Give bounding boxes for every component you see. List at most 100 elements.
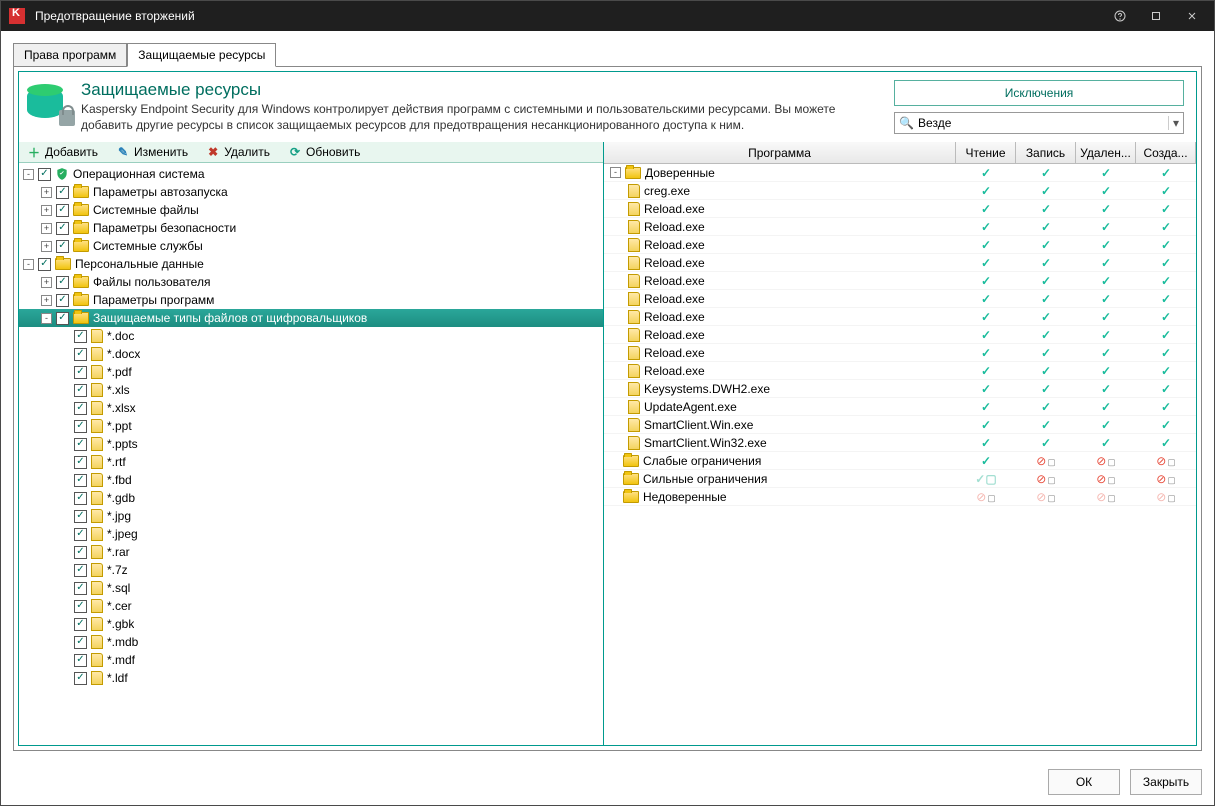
checkbox[interactable] — [56, 312, 69, 325]
grid-row[interactable]: Reload.exe✓✓✓✓ — [604, 272, 1196, 290]
expand-icon[interactable]: - — [610, 167, 621, 178]
tree-row[interactable]: *.ppt — [19, 417, 603, 435]
perm-cell[interactable]: ✓ — [1076, 382, 1136, 396]
tree-row[interactable]: *.jpeg — [19, 525, 603, 543]
perm-cell[interactable]: ✓ — [1016, 364, 1076, 378]
perm-cell[interactable]: ✓ — [1076, 346, 1136, 360]
perm-cell[interactable]: ✓ — [956, 346, 1016, 360]
tree-row[interactable]: *.ppts — [19, 435, 603, 453]
perm-cell[interactable]: ✓ — [1136, 220, 1196, 234]
checkbox[interactable] — [74, 402, 87, 415]
col-read[interactable]: Чтение — [956, 142, 1016, 163]
perm-cell[interactable]: ✓ — [1136, 328, 1196, 342]
checkbox[interactable] — [74, 672, 87, 685]
perm-cell[interactable]: ✓ — [1136, 184, 1196, 198]
perm-cell[interactable]: ⊘▢ — [1076, 490, 1136, 504]
perm-cell[interactable]: ⊘▢ — [1016, 454, 1076, 468]
tree-row[interactable]: *.cer — [19, 597, 603, 615]
perm-cell[interactable]: ✓ — [1016, 166, 1076, 180]
checkbox[interactable] — [74, 420, 87, 433]
expand-icon[interactable]: + — [41, 187, 52, 198]
checkbox[interactable] — [56, 294, 69, 307]
expand-icon[interactable]: - — [41, 313, 52, 324]
chevron-down-icon[interactable]: ▾ — [1168, 116, 1179, 130]
exclusions-button[interactable]: Исключения — [894, 80, 1184, 106]
checkbox[interactable] — [74, 510, 87, 523]
checkbox[interactable] — [38, 168, 51, 181]
expand-icon[interactable]: + — [41, 205, 52, 216]
perm-cell[interactable]: ✓ — [1076, 400, 1136, 414]
grid-row[interactable]: UpdateAgent.exe✓✓✓✓ — [604, 398, 1196, 416]
checkbox[interactable] — [74, 474, 87, 487]
tree-row[interactable]: *.gbk — [19, 615, 603, 633]
grid-row[interactable]: -Доверенные✓✓✓✓ — [604, 164, 1196, 182]
perm-cell[interactable]: ✓ — [1016, 346, 1076, 360]
tree-row[interactable]: -Защищаемые типы файлов от щифровальщико… — [19, 309, 603, 327]
checkbox[interactable] — [56, 204, 69, 217]
perm-cell[interactable]: ⊘▢ — [1016, 472, 1076, 486]
tree-row[interactable]: *.jpg — [19, 507, 603, 525]
tree-row[interactable]: *.gdb — [19, 489, 603, 507]
perm-cell[interactable]: ✓ — [956, 292, 1016, 306]
perm-cell[interactable]: ✓ — [956, 256, 1016, 270]
perm-cell[interactable]: ✓ — [956, 436, 1016, 450]
perm-cell[interactable]: ✓ — [1016, 220, 1076, 234]
checkbox[interactable] — [56, 240, 69, 253]
expand-icon[interactable]: + — [41, 277, 52, 288]
checkbox[interactable] — [74, 492, 87, 505]
tree-row[interactable]: +Параметры программ — [19, 291, 603, 309]
tree-row[interactable]: *.mdf — [19, 651, 603, 669]
grid-row[interactable]: Reload.exe✓✓✓✓ — [604, 218, 1196, 236]
perm-cell[interactable]: ✓ — [1136, 346, 1196, 360]
tree-row[interactable]: *.fbd — [19, 471, 603, 489]
checkbox[interactable] — [56, 276, 69, 289]
help-icon[interactable] — [1112, 8, 1128, 24]
perm-cell[interactable]: ⊘▢ — [1076, 472, 1136, 486]
checkbox[interactable] — [74, 582, 87, 595]
tree-row[interactable]: -Персональные данные — [19, 255, 603, 273]
perm-cell[interactable]: ⊘▢ — [956, 490, 1016, 504]
checkbox[interactable] — [56, 222, 69, 235]
checkbox[interactable] — [74, 564, 87, 577]
tree-row[interactable]: *.pdf — [19, 363, 603, 381]
checkbox[interactable] — [74, 348, 87, 361]
perm-cell[interactable]: ⊘▢ — [1136, 472, 1196, 486]
checkbox[interactable] — [74, 654, 87, 667]
tree-row[interactable]: -Операционная система — [19, 165, 603, 183]
perm-cell[interactable]: ✓ — [1076, 202, 1136, 216]
grid-row[interactable]: Reload.exe✓✓✓✓ — [604, 200, 1196, 218]
grid-row[interactable]: creg.exe✓✓✓✓ — [604, 182, 1196, 200]
perm-cell[interactable]: ✓ — [1076, 256, 1136, 270]
perm-cell[interactable]: ⊘▢ — [1136, 490, 1196, 504]
col-create[interactable]: Созда... — [1136, 142, 1196, 163]
tree-row[interactable]: *.docx — [19, 345, 603, 363]
perm-cell[interactable]: ✓ — [1136, 364, 1196, 378]
tree-row[interactable]: *.doc — [19, 327, 603, 345]
perm-cell[interactable]: ✓ — [1016, 328, 1076, 342]
tree-row[interactable]: *.xlsx — [19, 399, 603, 417]
checkbox[interactable] — [74, 618, 87, 631]
grid-row[interactable]: Reload.exe✓✓✓✓ — [604, 290, 1196, 308]
perm-cell[interactable]: ✓ — [1136, 382, 1196, 396]
perm-cell[interactable]: ✓▢ — [956, 472, 1016, 486]
col-delete[interactable]: Удален... — [1076, 142, 1136, 163]
perm-cell[interactable]: ✓ — [956, 202, 1016, 216]
expand-icon[interactable]: + — [41, 241, 52, 252]
grid-row[interactable]: Reload.exe✓✓✓✓ — [604, 236, 1196, 254]
perm-cell[interactable]: ✓ — [1016, 310, 1076, 324]
perm-cell[interactable]: ✓ — [1016, 256, 1076, 270]
expand-icon[interactable]: + — [41, 295, 52, 306]
col-program[interactable]: Программа — [604, 142, 956, 163]
checkbox[interactable] — [74, 546, 87, 559]
close-button[interactable]: Закрыть — [1130, 769, 1202, 795]
tree-row[interactable]: +Параметры автозапуска — [19, 183, 603, 201]
perm-cell[interactable]: ⊘▢ — [1076, 454, 1136, 468]
perm-cell[interactable]: ✓ — [1076, 418, 1136, 432]
perm-cell[interactable]: ✓ — [1136, 310, 1196, 324]
checkbox[interactable] — [56, 186, 69, 199]
checkbox[interactable] — [74, 330, 87, 343]
grid-row[interactable]: Reload.exe✓✓✓✓ — [604, 362, 1196, 380]
perm-cell[interactable]: ✓ — [956, 220, 1016, 234]
perm-cell[interactable]: ✓ — [1076, 310, 1136, 324]
perm-cell[interactable]: ✓ — [1076, 364, 1136, 378]
